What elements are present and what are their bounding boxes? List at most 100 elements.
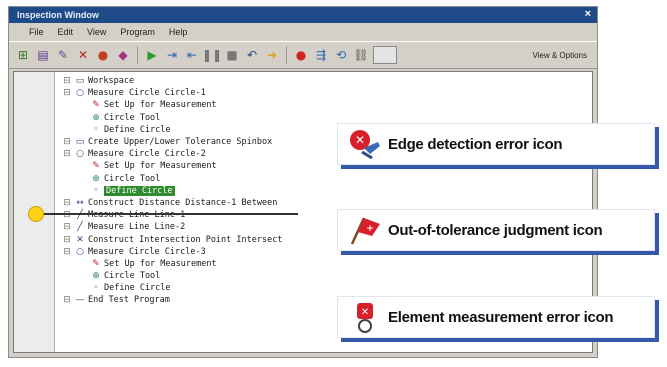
distance-icon: ↔ xyxy=(76,197,84,208)
window-icon[interactable] xyxy=(373,46,397,64)
undo-icon[interactable]: ↶ xyxy=(244,47,260,63)
record-icon[interactable]: ● xyxy=(95,47,111,63)
svg-text:+: + xyxy=(366,224,374,234)
program-tree: ⊟ ▭ Workspace ⊟ ○ Measure Circle Circle-1 ✎ Set… xyxy=(58,75,592,307)
tree-row[interactable]: ◦ Define Circle xyxy=(58,282,592,294)
svg-text:✕: ✕ xyxy=(361,307,369,318)
define-icon: ◦ xyxy=(93,185,99,196)
edit-icon[interactable]: ✎ xyxy=(55,47,71,63)
tree-row-label: Measure Circle Circle-2 xyxy=(88,149,206,160)
tree-row[interactable]: ◦ Define Circle xyxy=(58,185,592,197)
tree-row-label: Set Up for Measurement xyxy=(104,161,217,172)
play-icon[interactable]: ▶ xyxy=(144,47,160,63)
expander-icon[interactable]: ⊟ xyxy=(62,295,72,305)
tree-row[interactable]: ⊕ Circle Tool xyxy=(58,173,592,185)
step-over-icon[interactable]: ⇤ xyxy=(184,47,200,63)
run-to-icon[interactable]: ⇶ xyxy=(313,47,329,63)
tree-row-label: Define Circle xyxy=(104,283,171,294)
circle-tool-icon: ⊕ xyxy=(92,112,100,123)
circle-icon: ○ xyxy=(76,246,84,257)
window-title: Inspection Window xyxy=(17,10,99,20)
end-icon: — xyxy=(75,295,85,306)
link-icon[interactable]: ⛓ xyxy=(353,47,369,63)
expander-icon[interactable]: ⊟ xyxy=(62,247,72,257)
tree-row-label: Construct Distance Distance-1 Between xyxy=(88,197,278,208)
tree-row[interactable]: ⊟ ○ Measure Circle Circle-1 xyxy=(58,87,592,99)
callout-label: Element measurement error icon xyxy=(388,308,614,326)
expander-icon[interactable]: ⊟ xyxy=(62,210,72,220)
tree-row-label: Circle Tool xyxy=(104,173,161,184)
expander-icon[interactable]: ⊟ xyxy=(62,198,72,208)
tree-row-label: Set Up for Measurement xyxy=(104,258,217,269)
tree-row[interactable]: ⊟ ↔ Construct Distance Distance-1 Between xyxy=(58,197,592,209)
callout-label: Out-of-tolerance judgment icon xyxy=(388,221,603,239)
loop-icon[interactable]: ⟲ xyxy=(333,47,349,63)
tree-row-label: Circle Tool xyxy=(104,112,161,123)
tree-row[interactable]: ⊕ Circle Tool xyxy=(58,112,592,124)
circle-icon: ○ xyxy=(76,88,84,99)
tree-row-label: End Test Program xyxy=(88,295,170,306)
svg-text:✕: ✕ xyxy=(355,133,365,147)
setup-icon: ✎ xyxy=(92,100,100,111)
toolbar-separator xyxy=(286,46,287,64)
expander-icon[interactable]: ⊟ xyxy=(62,235,72,245)
tree-row-label: Circle Tool xyxy=(104,271,161,282)
tree-row[interactable]: ⊟ ▭ Workspace xyxy=(58,75,592,87)
tree-row-label: Measure Line Line-1 xyxy=(88,210,186,221)
tree-row[interactable]: ✎ Set Up for Measurement xyxy=(58,258,592,270)
line-icon: ╱ xyxy=(77,222,83,233)
expander-icon[interactable]: ⊟ xyxy=(62,222,72,232)
tree-row[interactable]: ⊕ Circle Tool xyxy=(58,270,592,282)
tree-row-label: Workspace xyxy=(88,76,135,87)
current-step-marker-icon xyxy=(28,206,44,222)
callout-label: Edge detection error icon xyxy=(388,135,563,153)
callout-edge-detection: ✕ Edge detection error icon xyxy=(337,123,655,165)
expander-icon[interactable]: ⊟ xyxy=(62,88,72,98)
add-icon[interactable]: ⊞ xyxy=(15,47,31,63)
current-step-line xyxy=(38,213,298,215)
circle-tool-icon: ⊕ xyxy=(92,173,100,184)
record-dot-icon[interactable]: ● xyxy=(293,47,309,63)
element-measurement-error-icon: ✕ xyxy=(357,303,373,333)
tree-row-label: Define Circle xyxy=(104,185,175,196)
tree-row-label: Construct Intersection Point Intersect xyxy=(88,234,283,245)
line-icon: ╱ xyxy=(77,210,83,221)
tree-row-label: Define Circle xyxy=(104,124,171,135)
circle-tool-icon: ⊕ xyxy=(92,271,100,282)
tree-row[interactable]: ✎ Set Up for Measurement xyxy=(58,99,592,111)
next-icon[interactable]: ➜ xyxy=(264,47,280,63)
edge-detection-error-icon: ✕ xyxy=(350,130,380,160)
close-icon[interactable]: × xyxy=(585,8,591,20)
callout-element-measurement: ✕ Element measurement error icon xyxy=(337,296,655,338)
define-icon: ◦ xyxy=(93,283,99,294)
tag-icon[interactable]: ◆ xyxy=(115,47,131,63)
tree-row-label: Measure Line Line-2 xyxy=(88,222,186,233)
pause-icon[interactable]: ❚❚ xyxy=(202,47,222,63)
circle-icon: ○ xyxy=(76,149,84,160)
expander-icon[interactable]: ⊟ xyxy=(62,76,72,86)
view-options-button[interactable]: View & Options xyxy=(532,51,587,60)
folder-icon: ▭ xyxy=(75,76,85,87)
tree-row-label: Create Upper/Lower Tolerance Spinbox xyxy=(88,137,273,148)
toolbar: ⊞ ▤ ✎ ✕ ● ◆ ▶ ⇥ ⇤ ❚❚ ■ ↶ ➜ ● ⇶ ⟲ ⛓ View … xyxy=(9,41,597,69)
menu-help[interactable]: Help xyxy=(169,27,188,37)
expander-icon[interactable]: ⊟ xyxy=(62,149,72,159)
step-icon[interactable]: ⇥ xyxy=(164,47,180,63)
callout-out-of-tolerance: + Out-of-tolerance judgment icon xyxy=(337,209,655,251)
menu-bar: File Edit View Program Help xyxy=(9,24,597,39)
menu-edit[interactable]: Edit xyxy=(58,27,74,37)
tree-row-label: Measure Circle Circle-3 xyxy=(88,246,206,257)
menu-view[interactable]: View xyxy=(87,27,106,37)
tree-row-label: Measure Circle Circle-1 xyxy=(88,88,206,99)
toolbar-separator xyxy=(137,46,138,64)
point-icon: ✕ xyxy=(76,234,84,245)
delete-icon[interactable]: ✕ xyxy=(75,47,91,63)
stop-icon[interactable]: ■ xyxy=(224,47,240,63)
setup-icon: ✎ xyxy=(92,258,100,269)
out-of-tolerance-flag-icon: + xyxy=(350,217,380,245)
expander-icon[interactable]: ⊟ xyxy=(62,137,72,147)
menu-program[interactable]: Program xyxy=(120,27,155,37)
title-bar: Inspection Window × xyxy=(9,7,597,23)
menu-file[interactable]: File xyxy=(29,27,44,37)
program-icon[interactable]: ▤ xyxy=(35,47,51,63)
